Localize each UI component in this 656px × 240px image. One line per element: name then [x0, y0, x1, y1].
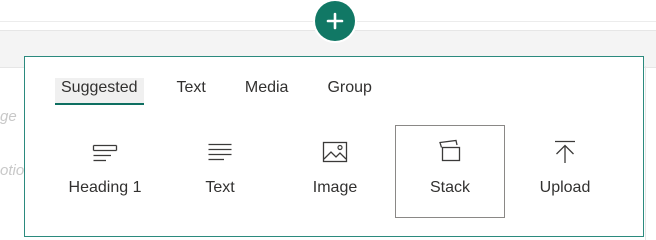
tile-label: Heading 1 — [68, 179, 142, 196]
upload-icon — [552, 137, 578, 167]
tile-label: Stack — [429, 179, 470, 196]
tab-suggested[interactable]: Suggested — [55, 78, 144, 105]
background-ghost-text: otio — [0, 162, 25, 179]
web-part-tiles: Heading 1 Text Image Stack Upload — [50, 125, 625, 218]
tile-text[interactable]: Text — [165, 125, 275, 218]
web-part-toolbox-panel: Suggested Text Media Group Heading 1 Tex… — [24, 56, 644, 237]
image-icon — [322, 137, 348, 167]
tile-label: Upload — [539, 179, 591, 196]
background-edge — [645, 66, 646, 240]
tab-text[interactable]: Text — [171, 78, 212, 103]
tile-heading-1[interactable]: Heading 1 — [50, 125, 160, 218]
tile-upload[interactable]: Upload — [510, 125, 620, 218]
tab-group[interactable]: Group — [321, 78, 377, 103]
heading-icon — [92, 137, 118, 167]
stack-icon — [437, 137, 463, 167]
add-section-button[interactable] — [315, 1, 355, 41]
tab-media[interactable]: Media — [239, 78, 295, 103]
background-ghost-text: ge — [0, 108, 17, 125]
category-tabs: Suggested Text Media Group — [55, 78, 405, 105]
tile-image[interactable]: Image — [280, 125, 390, 218]
plus-icon — [326, 12, 344, 30]
page-canvas: ge otio Suggested Text Media Group Headi… — [0, 0, 656, 240]
tile-stack[interactable]: Stack — [395, 125, 505, 218]
text-lines-icon — [207, 137, 233, 167]
tile-label: Image — [312, 179, 358, 196]
tile-label: Text — [205, 179, 235, 196]
